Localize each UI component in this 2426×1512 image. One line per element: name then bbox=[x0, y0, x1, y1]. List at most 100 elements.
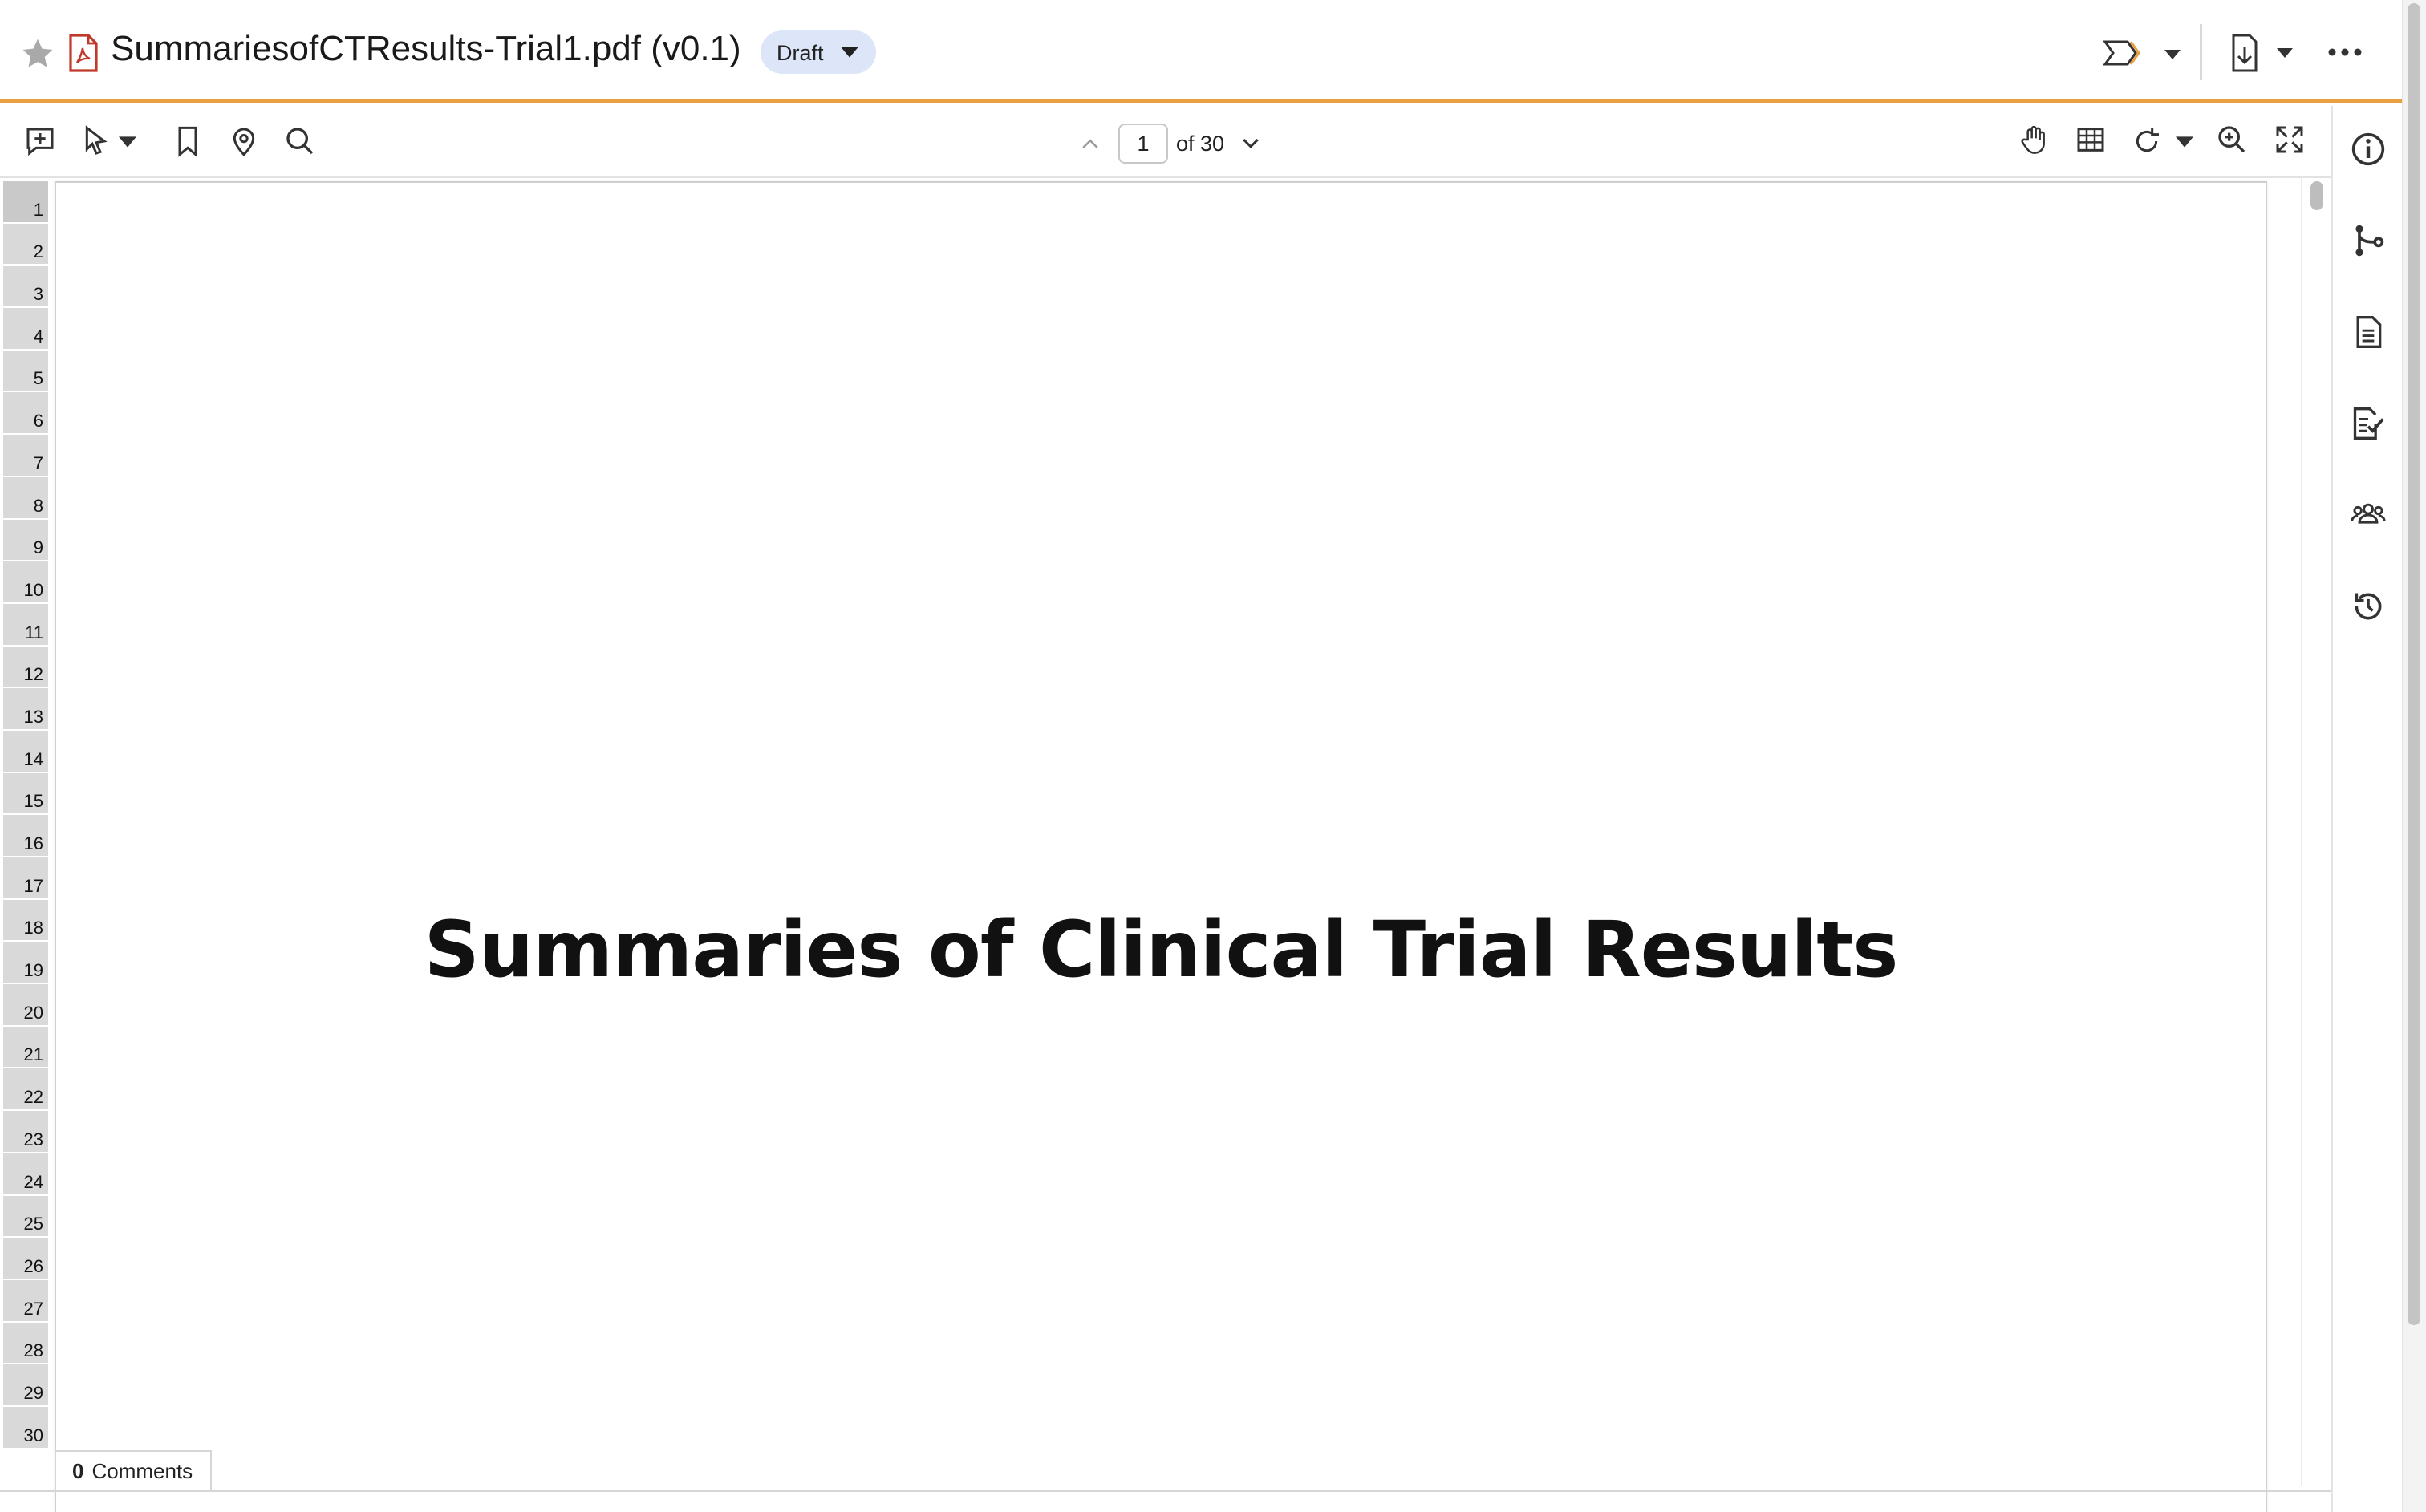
line-number-label: 10 bbox=[23, 579, 43, 600]
line-number-label: 14 bbox=[23, 748, 43, 769]
header-divider bbox=[2200, 24, 2202, 80]
line-number: 7 bbox=[3, 435, 48, 477]
line-number: 20 bbox=[3, 984, 48, 1027]
workflow-button[interactable] bbox=[2102, 32, 2185, 74]
document-header: SummariesofCTResults-Trial1.pdf (v0.1) D… bbox=[0, 0, 2402, 103]
line-number-label: 9 bbox=[33, 537, 43, 558]
rotate-icon[interactable] bbox=[2131, 125, 2163, 157]
star-icon[interactable] bbox=[19, 35, 56, 72]
line-number-label: 15 bbox=[23, 791, 43, 812]
line-number-label: 19 bbox=[23, 960, 43, 981]
line-number-gutter: 1 2 3 4 5 6 7 8 9 10 11 12 13 14 15 16 17 18 19 20 21 22 23 24 2… bbox=[3, 181, 48, 1449]
line-number: 1 bbox=[3, 181, 48, 224]
viewer-scrollbar[interactable] bbox=[2301, 178, 2331, 1486]
grid-view-icon[interactable] bbox=[2075, 124, 2107, 156]
download-icon bbox=[2232, 34, 2293, 72]
line-number: 26 bbox=[3, 1238, 48, 1280]
info-icon[interactable] bbox=[2351, 132, 2386, 167]
add-comment-icon[interactable] bbox=[24, 125, 56, 157]
line-number: 19 bbox=[3, 942, 48, 985]
line-number: 23 bbox=[3, 1111, 48, 1153]
caret-down-icon bbox=[841, 47, 858, 58]
window-scrollbar-thumb[interactable] bbox=[2408, 3, 2420, 1325]
document-icon[interactable] bbox=[2351, 314, 2386, 350]
pdf-icon bbox=[69, 34, 98, 72]
line-number-label: 11 bbox=[25, 622, 43, 642]
line-number-label: 22 bbox=[23, 1087, 43, 1108]
right-side-panel bbox=[2331, 106, 2402, 1512]
more-options-button[interactable] bbox=[2325, 40, 2365, 64]
line-number-label: 12 bbox=[23, 664, 43, 685]
location-pin-icon[interactable] bbox=[228, 125, 260, 157]
line-number-label: 3 bbox=[33, 284, 43, 305]
line-number: 30 bbox=[3, 1406, 48, 1449]
line-number: 10 bbox=[3, 561, 48, 604]
window-scrollbar[interactable] bbox=[2402, 0, 2426, 1512]
line-number: 24 bbox=[3, 1153, 48, 1196]
line-number-label: 30 bbox=[23, 1425, 43, 1445]
comments-tab[interactable]: 0 Comments bbox=[55, 1450, 212, 1490]
line-number-label: 7 bbox=[33, 452, 43, 473]
tasks-icon[interactable] bbox=[2351, 406, 2386, 441]
select-tool-caret-icon[interactable] bbox=[119, 136, 136, 148]
document-heading: Summaries of Clinical Trial Results bbox=[424, 905, 1899, 995]
line-number-label: 4 bbox=[33, 326, 43, 347]
previous-page-icon[interactable] bbox=[1078, 132, 1102, 156]
line-number-label: 27 bbox=[23, 1298, 43, 1319]
line-number: 21 bbox=[3, 1026, 48, 1069]
line-number-label: 28 bbox=[23, 1340, 43, 1361]
line-number: 6 bbox=[3, 392, 48, 436]
line-number: 4 bbox=[3, 308, 48, 351]
line-number: 22 bbox=[3, 1068, 48, 1112]
page-number-input[interactable]: 1 bbox=[1118, 124, 1168, 164]
line-number-label: 21 bbox=[23, 1044, 43, 1065]
line-number: 18 bbox=[3, 899, 48, 942]
bottom-divider bbox=[0, 1490, 2331, 1492]
line-number: 11 bbox=[3, 603, 48, 647]
line-number: 5 bbox=[3, 350, 48, 393]
line-number: 8 bbox=[3, 476, 48, 520]
more-icon bbox=[2328, 48, 2362, 56]
search-icon[interactable] bbox=[284, 125, 316, 157]
page-total-label: of 30 bbox=[1176, 132, 1225, 156]
line-number: 12 bbox=[3, 646, 48, 689]
line-number-label: 20 bbox=[23, 1002, 43, 1023]
zoom-in-icon[interactable] bbox=[2216, 124, 2248, 156]
line-number-label: 5 bbox=[33, 368, 43, 389]
line-number-label: 29 bbox=[23, 1382, 43, 1403]
line-number-label: 17 bbox=[23, 875, 43, 896]
line-number: 2 bbox=[3, 223, 48, 266]
select-tool-icon[interactable] bbox=[80, 125, 112, 157]
next-page-icon[interactable] bbox=[1239, 132, 1263, 156]
line-number: 17 bbox=[3, 857, 48, 900]
fullscreen-icon[interactable] bbox=[2274, 124, 2306, 156]
line-number: 15 bbox=[3, 772, 48, 816]
line-number: 13 bbox=[3, 688, 48, 731]
rotate-caret-icon[interactable] bbox=[2176, 136, 2193, 148]
status-dropdown[interactable]: Draft bbox=[761, 30, 876, 74]
line-number: 9 bbox=[3, 519, 48, 562]
members-icon[interactable] bbox=[2351, 497, 2386, 533]
line-number: 27 bbox=[3, 1279, 48, 1323]
download-button[interactable] bbox=[2227, 30, 2296, 75]
line-number: 14 bbox=[3, 730, 48, 773]
viewer-scrollbar-thumb[interactable] bbox=[2310, 181, 2323, 210]
line-number: 16 bbox=[3, 815, 48, 857]
line-number-label: 25 bbox=[23, 1214, 43, 1234]
viewer-toolbar: 1 of 30 bbox=[0, 106, 2331, 178]
line-number-label: 1 bbox=[33, 199, 43, 220]
document-title: SummariesofCTResults-Trial1.pdf (v0.1) bbox=[111, 29, 741, 68]
pan-hand-icon[interactable] bbox=[2018, 124, 2051, 156]
history-icon[interactable] bbox=[2351, 589, 2386, 624]
line-number-label: 8 bbox=[33, 495, 43, 516]
line-number-label: 23 bbox=[23, 1129, 43, 1149]
line-number-label: 24 bbox=[23, 1171, 43, 1192]
workflow-icon bbox=[2103, 40, 2181, 66]
document-viewer: 1 2 3 4 5 6 7 8 9 10 11 12 13 14 15 16 17 18 19 20 21 22 23 24 2… bbox=[0, 178, 2331, 1512]
line-number-label: 6 bbox=[33, 411, 43, 432]
line-number-label: 26 bbox=[23, 1255, 43, 1276]
line-number-label: 16 bbox=[23, 833, 43, 853]
relationships-icon[interactable] bbox=[2351, 223, 2386, 258]
bookmark-icon[interactable] bbox=[172, 125, 204, 157]
line-number: 28 bbox=[3, 1322, 48, 1365]
